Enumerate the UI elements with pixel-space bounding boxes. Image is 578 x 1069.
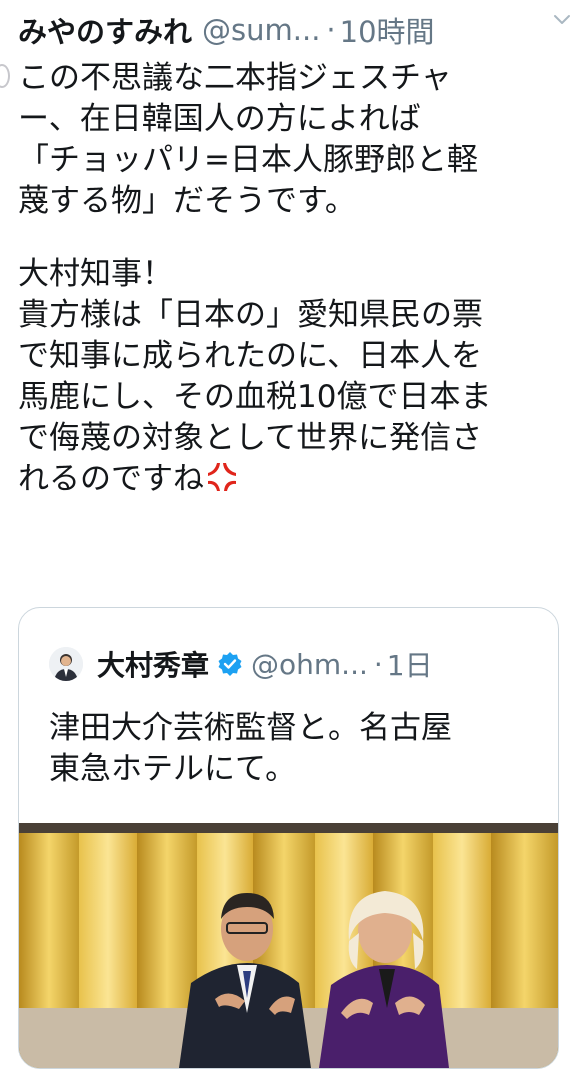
separator-dot: · <box>326 13 336 47</box>
chevron-down-icon[interactable] <box>552 10 572 30</box>
tweet-line: で知事に成られたのに、日本人を <box>18 338 483 374</box>
timestamp[interactable]: 10時間 <box>340 9 435 51</box>
tweet-header: みやのすみれ @sum... · 10時間 <box>18 10 563 50</box>
verified-badge-icon <box>218 652 242 676</box>
anger-symbol-icon <box>208 463 236 491</box>
tweet-line: 「チョッパリ=日本人豚野郎と軽 <box>18 142 478 178</box>
tweet-last-line: れるのですね <box>18 459 566 500</box>
attached-photo[interactable] <box>19 823 558 1068</box>
tweet-line: 貴方様は「日本の」愛知県民の票 <box>18 297 483 333</box>
quoted-tweet-text: 津田大介芸術監督と。名古屋 東急ホテルにて。 <box>49 708 529 790</box>
display-name[interactable]: みやのすみれ <box>18 9 192 51</box>
user-handle[interactable]: @sum... <box>202 13 320 47</box>
tweet-line: 馬鹿にし、その血税10億で日本ま <box>18 379 492 415</box>
tweet-line: ー、在日韓国人の方によれば <box>18 101 421 137</box>
quoted-tweet-line: 東急ホテルにて。 <box>49 751 297 787</box>
separator-dot: · <box>373 647 383 681</box>
quoted-timestamp[interactable]: 1日 <box>387 644 433 684</box>
avatar[interactable] <box>49 647 83 681</box>
quoted-user-handle[interactable]: @ohm... <box>251 648 368 681</box>
quoted-display-name[interactable]: 大村秀章 <box>97 644 209 684</box>
quoted-tweet-card[interactable]: 大村秀章 @ohm... · 1日 津田大介芸術監督と。名古屋 東急ホテルにて。 <box>18 607 559 1069</box>
quoted-tweet-header: 大村秀章 @ohm... · 1日 <box>49 644 433 684</box>
tweet-line: で侮蔑の対象として世界に発信さ <box>18 420 483 456</box>
tweet-line: れるのですね <box>18 461 204 497</box>
tweet-text: この不思議な二本指ジェスチャ ー、在日韓国人の方によれば 「チョッパリ=日本人豚… <box>18 58 566 500</box>
tweet-line: 蔑する物」だそうです。 <box>18 183 356 219</box>
tweet-line: この不思議な二本指ジェスチャ <box>18 60 452 96</box>
thread-indicator-icon <box>0 64 10 88</box>
quoted-tweet-line: 津田大介芸術監督と。名古屋 <box>49 710 452 746</box>
tweet-line: 大村知事！ <box>18 256 173 292</box>
